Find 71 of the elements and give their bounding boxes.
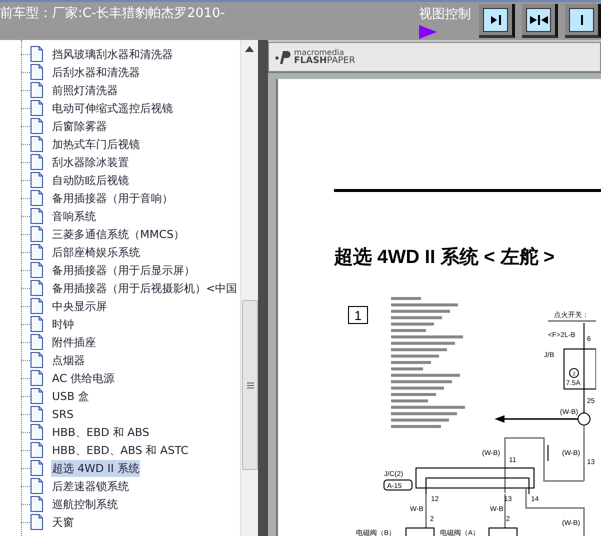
arrow-right-bar-icon xyxy=(490,14,502,26)
arrows-inward-icon xyxy=(530,14,548,26)
view-button[interactable] xyxy=(479,4,515,38)
page-heading: 超选 4WD II 系统 < 左舵 > xyxy=(334,246,556,270)
tree-item[interactable]: 备用插接器（用于后显示屏） xyxy=(51,262,196,278)
document-icon xyxy=(30,388,43,404)
document-icon xyxy=(30,316,43,332)
document-icon xyxy=(30,334,43,350)
document-icon xyxy=(30,64,43,80)
scroll-up-icon[interactable] xyxy=(245,46,254,52)
tree-item[interactable]: 备用插接器（用于后视摄影机）<中国 xyxy=(51,280,238,296)
logo-text: macromedia xyxy=(294,48,344,57)
document-icon xyxy=(30,352,43,368)
tree-item[interactable]: 中央显示屏 xyxy=(51,298,108,314)
document-icon xyxy=(30,460,43,476)
scrollbar[interactable] xyxy=(240,40,258,536)
view-control-label: 视图控制 xyxy=(419,6,471,23)
document-icon xyxy=(30,190,43,206)
document-icon xyxy=(30,424,43,440)
logo-text: FLASHPAPER xyxy=(294,57,356,66)
tree-item[interactable]: 附件插座 xyxy=(51,334,97,350)
document-icon xyxy=(30,262,43,278)
triangle-play-icon xyxy=(419,25,437,39)
document-icon xyxy=(30,496,43,512)
tree-item[interactable]: 天窗 xyxy=(51,514,75,530)
document-icon xyxy=(30,136,43,152)
grip-icon xyxy=(246,382,254,388)
document-icon xyxy=(30,226,43,242)
document-icon xyxy=(30,370,43,386)
tree-item[interactable]: HBB、EBD、ABS 和 ASTC xyxy=(51,442,190,458)
tree-item[interactable]: SRS xyxy=(51,406,75,422)
tree-item[interactable]: 巡航控制系统 xyxy=(51,496,119,512)
tree-item[interactable]: 加热式车门后视镜 xyxy=(51,136,141,152)
document-icon xyxy=(30,172,43,188)
tree-item[interactable]: 点烟器 xyxy=(51,352,86,368)
tree-item[interactable]: 前照灯清洗器 xyxy=(51,82,119,98)
document-icon xyxy=(30,478,43,494)
tree-item[interactable]: 超选 4WD II 系统 xyxy=(51,460,140,476)
tree-item[interactable]: 刮水器除冰装置 xyxy=(51,154,130,170)
logo-icon xyxy=(275,50,291,64)
tree-item[interactable]: HBB、EBD 和 ABS xyxy=(51,424,150,440)
tree-item[interactable]: 三菱多通信系统（MMCS） xyxy=(51,226,186,242)
view-button[interactable] xyxy=(522,4,558,38)
tree-item[interactable]: 后差速器锁系统 xyxy=(51,478,130,494)
tree-item[interactable]: USB 盒 xyxy=(51,388,90,404)
window-title: 前车型：厂家:C-长丰猎豹帕杰罗2010- xyxy=(0,5,226,23)
document-icon xyxy=(30,244,43,260)
document-icon xyxy=(30,82,43,98)
document-icon xyxy=(30,298,43,314)
tree-item[interactable]: 音响系统 xyxy=(51,208,97,224)
tree-item[interactable]: 挡风玻璃刮水器和清洗器 xyxy=(51,46,174,62)
tree-item[interactable]: 后部座椅娱乐系统 xyxy=(51,244,141,260)
tree-item[interactable]: 电动可伸缩式遥控后视镜 xyxy=(51,100,174,116)
document-icon xyxy=(30,100,43,116)
tree-item[interactable]: AC 供给电源 xyxy=(51,370,116,386)
tree-item[interactable]: 后刮水器和清洗器 xyxy=(51,64,141,80)
tree-item[interactable]: 备用插接器（用于音响） xyxy=(51,190,174,206)
document-icon xyxy=(30,406,43,422)
document-icon xyxy=(30,154,43,170)
document-icon xyxy=(30,118,43,134)
document-icon xyxy=(30,208,43,224)
scrollbar-thumb[interactable] xyxy=(242,300,258,470)
document-icon xyxy=(30,514,43,530)
document-icon xyxy=(30,442,43,458)
document-icon xyxy=(30,280,43,296)
section-number-box: 1 xyxy=(348,306,368,324)
tree-item[interactable]: 时钟 xyxy=(51,316,75,332)
tree-item[interactable]: 自动防眩后视镜 xyxy=(51,172,130,188)
view-button[interactable] xyxy=(565,4,601,38)
document-icon xyxy=(30,46,43,62)
tree-item[interactable]: 后窗除雾器 xyxy=(51,118,108,134)
